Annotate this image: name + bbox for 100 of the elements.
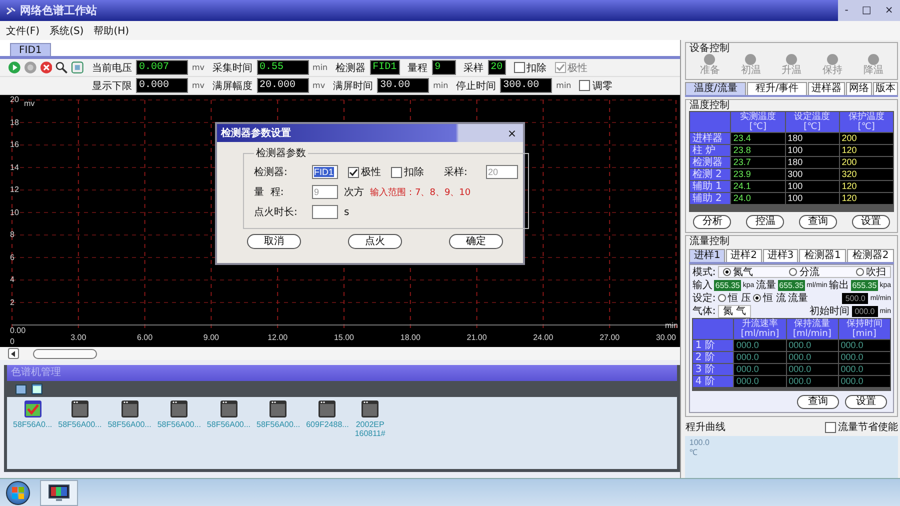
- field-label: 采样:: [444, 166, 468, 179]
- close-button[interactable]: ×: [501, 126, 523, 140]
- start-button[interactable]: [6, 480, 30, 504]
- field-label: 量程: [408, 62, 428, 74]
- action-button[interactable]: 设置: [845, 395, 887, 409]
- row-header: 4 阶: [693, 376, 734, 387]
- search-icon[interactable]: [55, 61, 68, 74]
- checkbox[interactable]: [825, 422, 836, 432]
- table-cell: 000.0: [786, 352, 838, 363]
- menu-item[interactable]: 系统(S): [50, 24, 84, 38]
- table-cell: 180: [786, 157, 839, 168]
- input-field[interactable]: [312, 205, 338, 219]
- radio-button[interactable]: [752, 294, 761, 302]
- row-header: 检测 2: [690, 169, 730, 180]
- tab[interactable]: FID1: [10, 43, 51, 56]
- tab[interactable]: 版本: [872, 82, 898, 95]
- radio-button[interactable]: [722, 268, 731, 276]
- tab[interactable]: 进样3: [762, 249, 798, 262]
- dialog-title: 检测器参数设置: [220, 126, 292, 140]
- field-label: 输出: [829, 280, 850, 290]
- checkbox[interactable]: [514, 62, 525, 73]
- minimize-button[interactable]: -: [844, 5, 848, 16]
- tab[interactable]: 进样器: [808, 82, 846, 95]
- table-cell: 000.0: [734, 376, 786, 387]
- window-icon: [318, 400, 336, 418]
- table-cell: 180: [786, 133, 839, 144]
- play-icon[interactable]: [8, 61, 21, 74]
- menu-item[interactable]: 文件(F): [6, 24, 40, 38]
- radio-button[interactable]: [856, 268, 864, 276]
- menu-item[interactable]: 帮助(H): [94, 24, 130, 38]
- tab[interactable]: 网络: [846, 82, 872, 95]
- field-label: 模式:: [692, 266, 716, 278]
- maximize-button[interactable]: □: [862, 5, 872, 16]
- axis-label: 21.00: [466, 333, 487, 342]
- action-button[interactable]: 分析: [693, 215, 732, 229]
- axis-label: 2: [10, 298, 14, 306]
- group-title: 检测器参数: [255, 146, 307, 160]
- column-header: 设定温度 [℃]: [786, 112, 839, 132]
- gas-field[interactable]: 氮 气: [718, 304, 751, 318]
- action-button[interactable]: 控温: [746, 215, 784, 229]
- field-label: 设定:: [692, 292, 716, 304]
- led-label: 准备: [700, 65, 720, 76]
- table-cell: 100: [786, 181, 839, 192]
- close-button[interactable]: ×: [884, 5, 894, 16]
- dialog-button[interactable]: 确定: [449, 234, 503, 249]
- checkbox[interactable]: [579, 80, 590, 91]
- tab[interactable]: 程升/事件: [746, 82, 808, 95]
- unit-label: s: [344, 206, 350, 218]
- group-title: 设备控制: [689, 43, 730, 54]
- action-button[interactable]: 设置: [852, 215, 890, 229]
- taskbar-app-button[interactable]: [40, 480, 78, 506]
- table-cell: 300: [786, 169, 839, 180]
- value-display: 0.007: [136, 60, 188, 75]
- field-label: 点火时长:: [254, 206, 298, 219]
- radio-label: 分流: [799, 266, 820, 278]
- tab[interactable]: 进样2: [726, 249, 762, 262]
- radio-button[interactable]: [718, 294, 726, 302]
- axis-unit: ℃: [689, 448, 698, 458]
- checkbox[interactable]: [391, 166, 402, 178]
- radio-label: 氮气: [732, 266, 753, 278]
- checkbox[interactable]: [348, 166, 359, 178]
- table-cell: 200: [840, 157, 893, 168]
- axis-label: 20: [10, 95, 19, 104]
- dialog-button[interactable]: 取消: [247, 234, 301, 249]
- axis-label: 12: [10, 185, 19, 194]
- input-field[interactable]: FID1: [312, 165, 338, 179]
- window-icon: [70, 400, 89, 418]
- action-button[interactable]: 查询: [799, 215, 838, 229]
- header-cell: [693, 319, 734, 339]
- window-icon[interactable]: [31, 383, 43, 395]
- axis-label: 3.00: [70, 333, 86, 342]
- led-label: 升温: [782, 65, 802, 76]
- radio-button[interactable]: [789, 268, 798, 276]
- field-label: 停止时间: [456, 80, 496, 92]
- table-cell: 23.9: [731, 169, 785, 180]
- unit-label: mv: [192, 63, 205, 72]
- arrow-left-icon: [11, 350, 16, 356]
- field-label: 流量: [788, 292, 808, 304]
- column-header: 升流速率 [ml/min]: [734, 319, 786, 339]
- folder-icon[interactable]: [15, 383, 27, 395]
- radio-label: 恒 压: [728, 292, 751, 304]
- checkbox-label: 极性: [568, 62, 588, 74]
- tab[interactable]: 温度/流量: [685, 82, 746, 95]
- document-icon[interactable]: [71, 61, 84, 74]
- table-cell: 24.1: [731, 181, 785, 192]
- axis-label: 18: [10, 118, 19, 126]
- scroll-left-button[interactable]: [8, 348, 19, 359]
- table-cell: 120: [840, 193, 893, 204]
- axis-label: 18.00: [400, 333, 420, 342]
- cancel-icon[interactable]: [40, 61, 52, 74]
- action-button[interactable]: 查询: [797, 395, 839, 409]
- tab[interactable]: 检测器1: [799, 249, 846, 262]
- tab[interactable]: 进样1: [689, 249, 726, 262]
- tab[interactable]: 检测器2: [847, 249, 894, 262]
- led-label: 初温: [740, 65, 761, 76]
- axis-label: 15.00: [334, 333, 354, 342]
- scrollbar-thumb[interactable]: [33, 348, 97, 358]
- table-cell: 200: [840, 133, 893, 144]
- dialog-button[interactable]: 点火: [348, 234, 402, 249]
- field-label: 显示下限: [92, 80, 132, 92]
